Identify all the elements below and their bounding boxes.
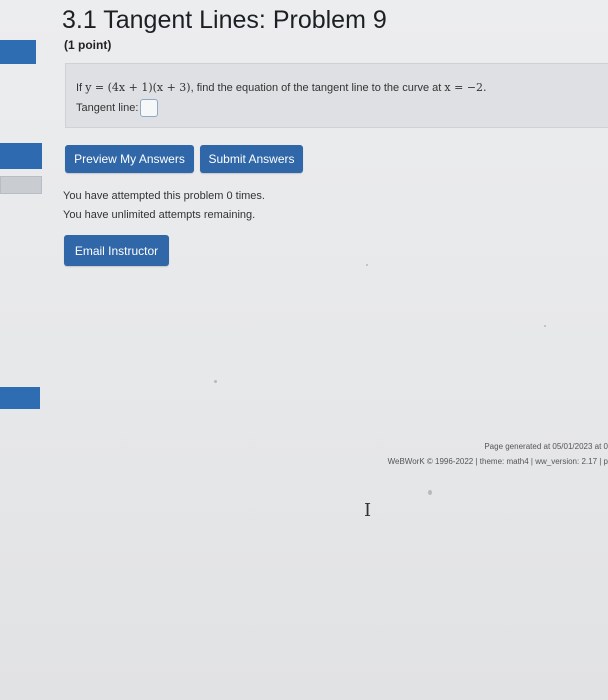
page-generated-text: Page generated at 05/01/2023 at 0 [484, 442, 608, 451]
function-expression: y = (4x + 1)(x + 3) [85, 81, 191, 94]
points-label: (1 point) [64, 38, 112, 52]
problem-statement: If y = (4x + 1)(x + 3), find the equatio… [76, 81, 487, 94]
email-instructor-button[interactable]: Email Instructor [64, 235, 169, 266]
sidebar-fragment[interactable] [0, 387, 40, 409]
answer-row: Tangent line: [76, 99, 159, 117]
tangent-line-answer-input[interactable] [140, 99, 159, 117]
page: 3.1 Tangent Lines: Problem 9 (1 point) I… [0, 0, 608, 700]
submit-answers-button[interactable]: Submit Answers [200, 145, 303, 173]
point-expression: x = −2. [444, 81, 487, 94]
preview-answers-button[interactable]: Preview My Answers [65, 145, 194, 173]
attempt-status: You have attempted this problem 0 times.… [63, 187, 265, 225]
screen-speck [214, 380, 217, 383]
problem-box: If y = (4x + 1)(x + 3), find the equatio… [65, 63, 608, 128]
statement-middle: , find the equation of the tangent line … [190, 82, 442, 94]
attempts-text: You have attempted this problem 0 times. [63, 190, 265, 202]
remaining-text: You have unlimited attempts remaining. [63, 209, 256, 221]
sidebar-fragment[interactable] [0, 40, 36, 64]
sidebar-fragment[interactable] [0, 143, 42, 169]
screen-speck [544, 325, 546, 327]
screen-speck [428, 490, 432, 495]
page-title: 3.1 Tangent Lines: Problem 9 [62, 6, 387, 34]
copyright-text: WeBWorK © 1996-2022 | theme: math4 | ww_… [387, 457, 608, 466]
screen-speck [366, 264, 368, 266]
statement-prefix: If [76, 82, 83, 94]
answer-label: Tangent line: [76, 102, 139, 114]
text-cursor-icon: I [364, 500, 372, 521]
sidebar-fragment[interactable] [0, 176, 42, 194]
